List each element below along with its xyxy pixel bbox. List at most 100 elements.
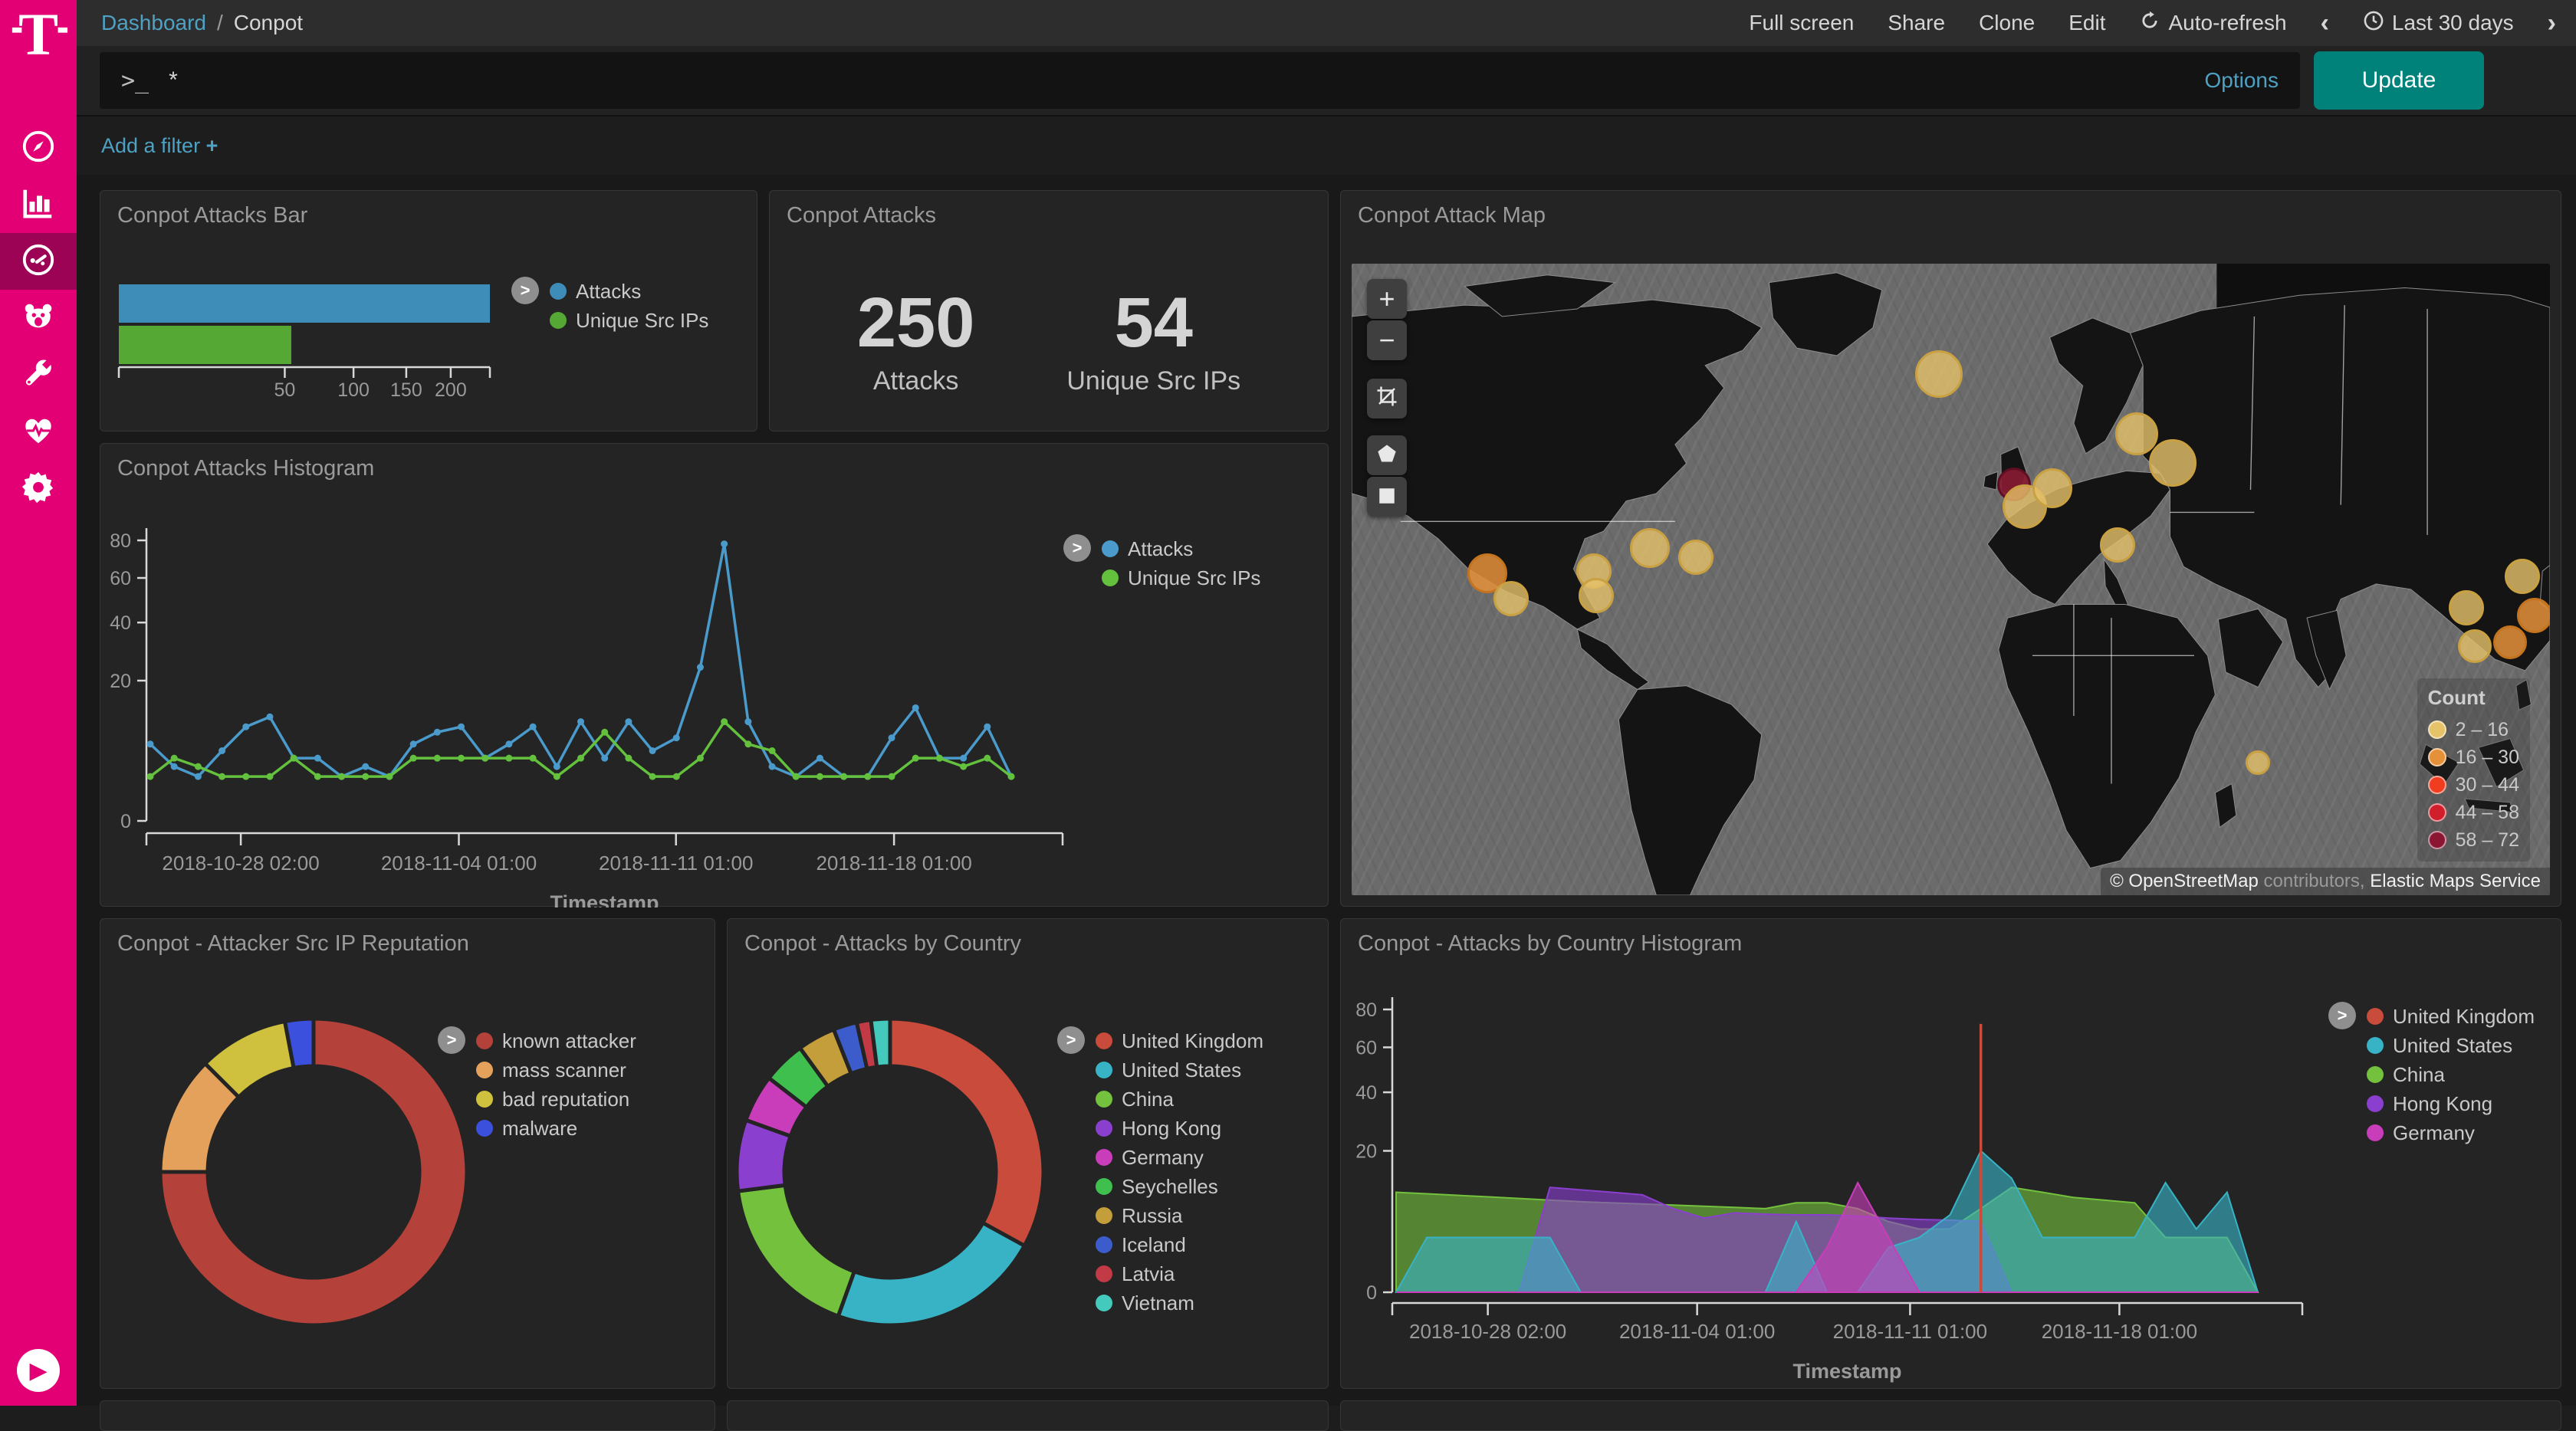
query-value: * (169, 67, 178, 94)
legend-dot-icon (2428, 776, 2446, 794)
plus-icon: + (206, 134, 219, 157)
panel-partial (100, 1400, 715, 1431)
full-screen-button[interactable]: Full screen (1749, 11, 1854, 35)
legend-item[interactable]: Russia (1096, 1201, 1263, 1230)
svg-text:200: 200 (435, 379, 467, 401)
legend-item[interactable]: Germany (1096, 1143, 1263, 1172)
collapse-play-button[interactable]: ▶ (17, 1349, 60, 1392)
legend-dot-icon (1096, 1207, 1112, 1224)
country-histogram-chart[interactable]: 0204060802018-10-28 02:002018-11-04 01:0… (1341, 919, 2562, 1390)
edit-button[interactable]: Edit (2068, 11, 2105, 35)
legend-item[interactable]: United States (2367, 1031, 2535, 1060)
sidebar-item-devtools[interactable] (0, 346, 77, 403)
svg-text:150: 150 (390, 379, 422, 401)
attack-bubble (2100, 527, 2135, 563)
add-filter-link[interactable]: Add a filter + (101, 134, 218, 158)
attack-bubble (2517, 598, 2550, 633)
legend-label: Russia (1122, 1204, 1182, 1228)
svg-text:40: 40 (1355, 1082, 1377, 1104)
map-fit-bounds-button[interactable] (1367, 379, 1407, 418)
legend-item[interactable]: Iceland (1096, 1230, 1263, 1259)
legend-item[interactable]: China (2367, 1060, 2535, 1089)
legend-item[interactable]: Unique Src IPs (1102, 563, 1260, 592)
attack-bubble (2115, 412, 2158, 455)
map-legend-item: 16 – 30 (2428, 743, 2519, 771)
panel-attacks-histogram: Conpot Attacks Histogram 0204060802018-1… (100, 443, 1329, 907)
legend-item[interactable]: bad reputation (476, 1085, 636, 1114)
world-map[interactable]: + − Count 2 – 1616 – 3030 – 4444 – 5858 … (1352, 264, 2550, 895)
legend-reputation: > known attackermass scannerbad reputati… (438, 1026, 636, 1143)
map-legend-item: 58 – 72 (2428, 826, 2519, 854)
legend-item[interactable]: Unique Src IPs (550, 306, 708, 335)
attack-bubble (2032, 468, 2072, 508)
map-draw-rectangle-button[interactable] (1367, 477, 1407, 517)
update-button[interactable]: Update (2314, 51, 2484, 110)
auto-refresh-button[interactable]: Auto-refresh (2139, 10, 2286, 37)
sidebar-item-management[interactable] (0, 460, 77, 517)
legend-toggle-icon[interactable]: > (1057, 1026, 1085, 1054)
legend-toggle-icon[interactable]: > (511, 277, 539, 304)
legend-item[interactable]: malware (476, 1114, 636, 1143)
legend-label: Iceland (1122, 1233, 1186, 1257)
search-input[interactable]: >_ * Options (100, 52, 2300, 109)
legend-item[interactable]: known attacker (476, 1026, 636, 1055)
legend-item[interactable]: China (1096, 1085, 1263, 1114)
attack-bubble (2246, 750, 2270, 775)
legend-label: Attacks (1128, 537, 1193, 561)
legend-item[interactable]: Hong Kong (1096, 1114, 1263, 1143)
legend-item[interactable]: Seychelles (1096, 1172, 1263, 1201)
clone-button[interactable]: Clone (1979, 11, 2035, 35)
legend-item[interactable]: mass scanner (476, 1055, 636, 1085)
map-draw-polygon-button[interactable] (1367, 435, 1407, 475)
terminal-prompt-icon: >_ (121, 67, 149, 94)
legend-item[interactable]: Hong Kong (2367, 1089, 2535, 1118)
legend-dot-icon (1096, 1236, 1112, 1253)
legend-toggle-icon[interactable]: > (1063, 534, 1091, 562)
legend-label: Hong Kong (1122, 1117, 1221, 1141)
sidebar-item-honeypot[interactable] (0, 290, 77, 346)
sidebar-item-monitoring[interactable] (0, 403, 77, 460)
legend-item[interactable]: United States (1096, 1055, 1263, 1085)
metric-value: 54 (1066, 283, 1240, 363)
map-zoom-in-button[interactable]: + (1367, 279, 1407, 319)
reputation-donut-chart[interactable] (100, 919, 716, 1390)
legend-dot-icon (2428, 803, 2446, 822)
svg-text:100: 100 (337, 379, 370, 401)
legend-label: 58 – 72 (2456, 829, 2519, 852)
legend-item[interactable]: Vietnam (1096, 1288, 1263, 1318)
legend-item[interactable]: Germany (2367, 1118, 2535, 1147)
legend-toggle-icon[interactable]: > (438, 1026, 465, 1054)
legend-item[interactable]: United Kingdom (2367, 1002, 2535, 1031)
legend-item[interactable]: Latvia (1096, 1259, 1263, 1288)
map-zoom-out-button[interactable]: − (1367, 320, 1407, 360)
legend-by-country: > United KingdomUnited StatesChina Hong K… (1057, 1026, 1263, 1318)
attacks-histogram-chart[interactable]: 0204060802018-10-28 02:002018-11-04 01:0… (100, 444, 1329, 908)
query-options-link[interactable]: Options (2205, 68, 2279, 93)
time-picker-button[interactable]: Last 30 days (2363, 10, 2514, 37)
telekom-logo[interactable]: ╺T╸ (0, 0, 77, 69)
share-button[interactable]: Share (1888, 11, 1945, 35)
breadcrumb-dashboard-link[interactable]: Dashboard (101, 11, 206, 35)
legend-item[interactable]: Attacks (1102, 534, 1260, 563)
svg-text:60: 60 (110, 568, 131, 589)
legend-dot-icon (550, 283, 567, 300)
legend-dot-icon (1096, 1178, 1112, 1195)
elastic-maps-link[interactable]: Elastic Maps Service (2370, 871, 2541, 891)
openstreetmap-link[interactable]: © OpenStreetMap (2110, 871, 2259, 891)
gear-icon (21, 469, 56, 508)
svg-text:50: 50 (274, 379, 296, 401)
sidebar-item-visualize[interactable] (0, 176, 77, 233)
legend-label: Germany (2393, 1121, 2475, 1145)
legend-country-histogram: > United KingdomUnited StatesChinaHong K… (2328, 1002, 2535, 1147)
time-back-chevron[interactable]: ‹ (2321, 8, 2329, 38)
legend-toggle-icon[interactable]: > (2328, 1002, 2356, 1029)
legend-attacks-bar: > AttacksUnique Src IPs (511, 277, 708, 335)
legend-label: malware (502, 1117, 577, 1141)
legend-dot-icon (476, 1091, 493, 1108)
sidebar-item-discover[interactable] (0, 120, 77, 176)
sidebar-item-dashboard[interactable] (0, 233, 77, 290)
legend-item[interactable]: United Kingdom (1096, 1026, 1263, 1055)
time-forward-chevron[interactable]: › (2548, 8, 2556, 38)
legend-item[interactable]: Attacks (550, 277, 708, 306)
map-attribution: © OpenStreetMap contributors, Elastic Ma… (2101, 868, 2550, 895)
